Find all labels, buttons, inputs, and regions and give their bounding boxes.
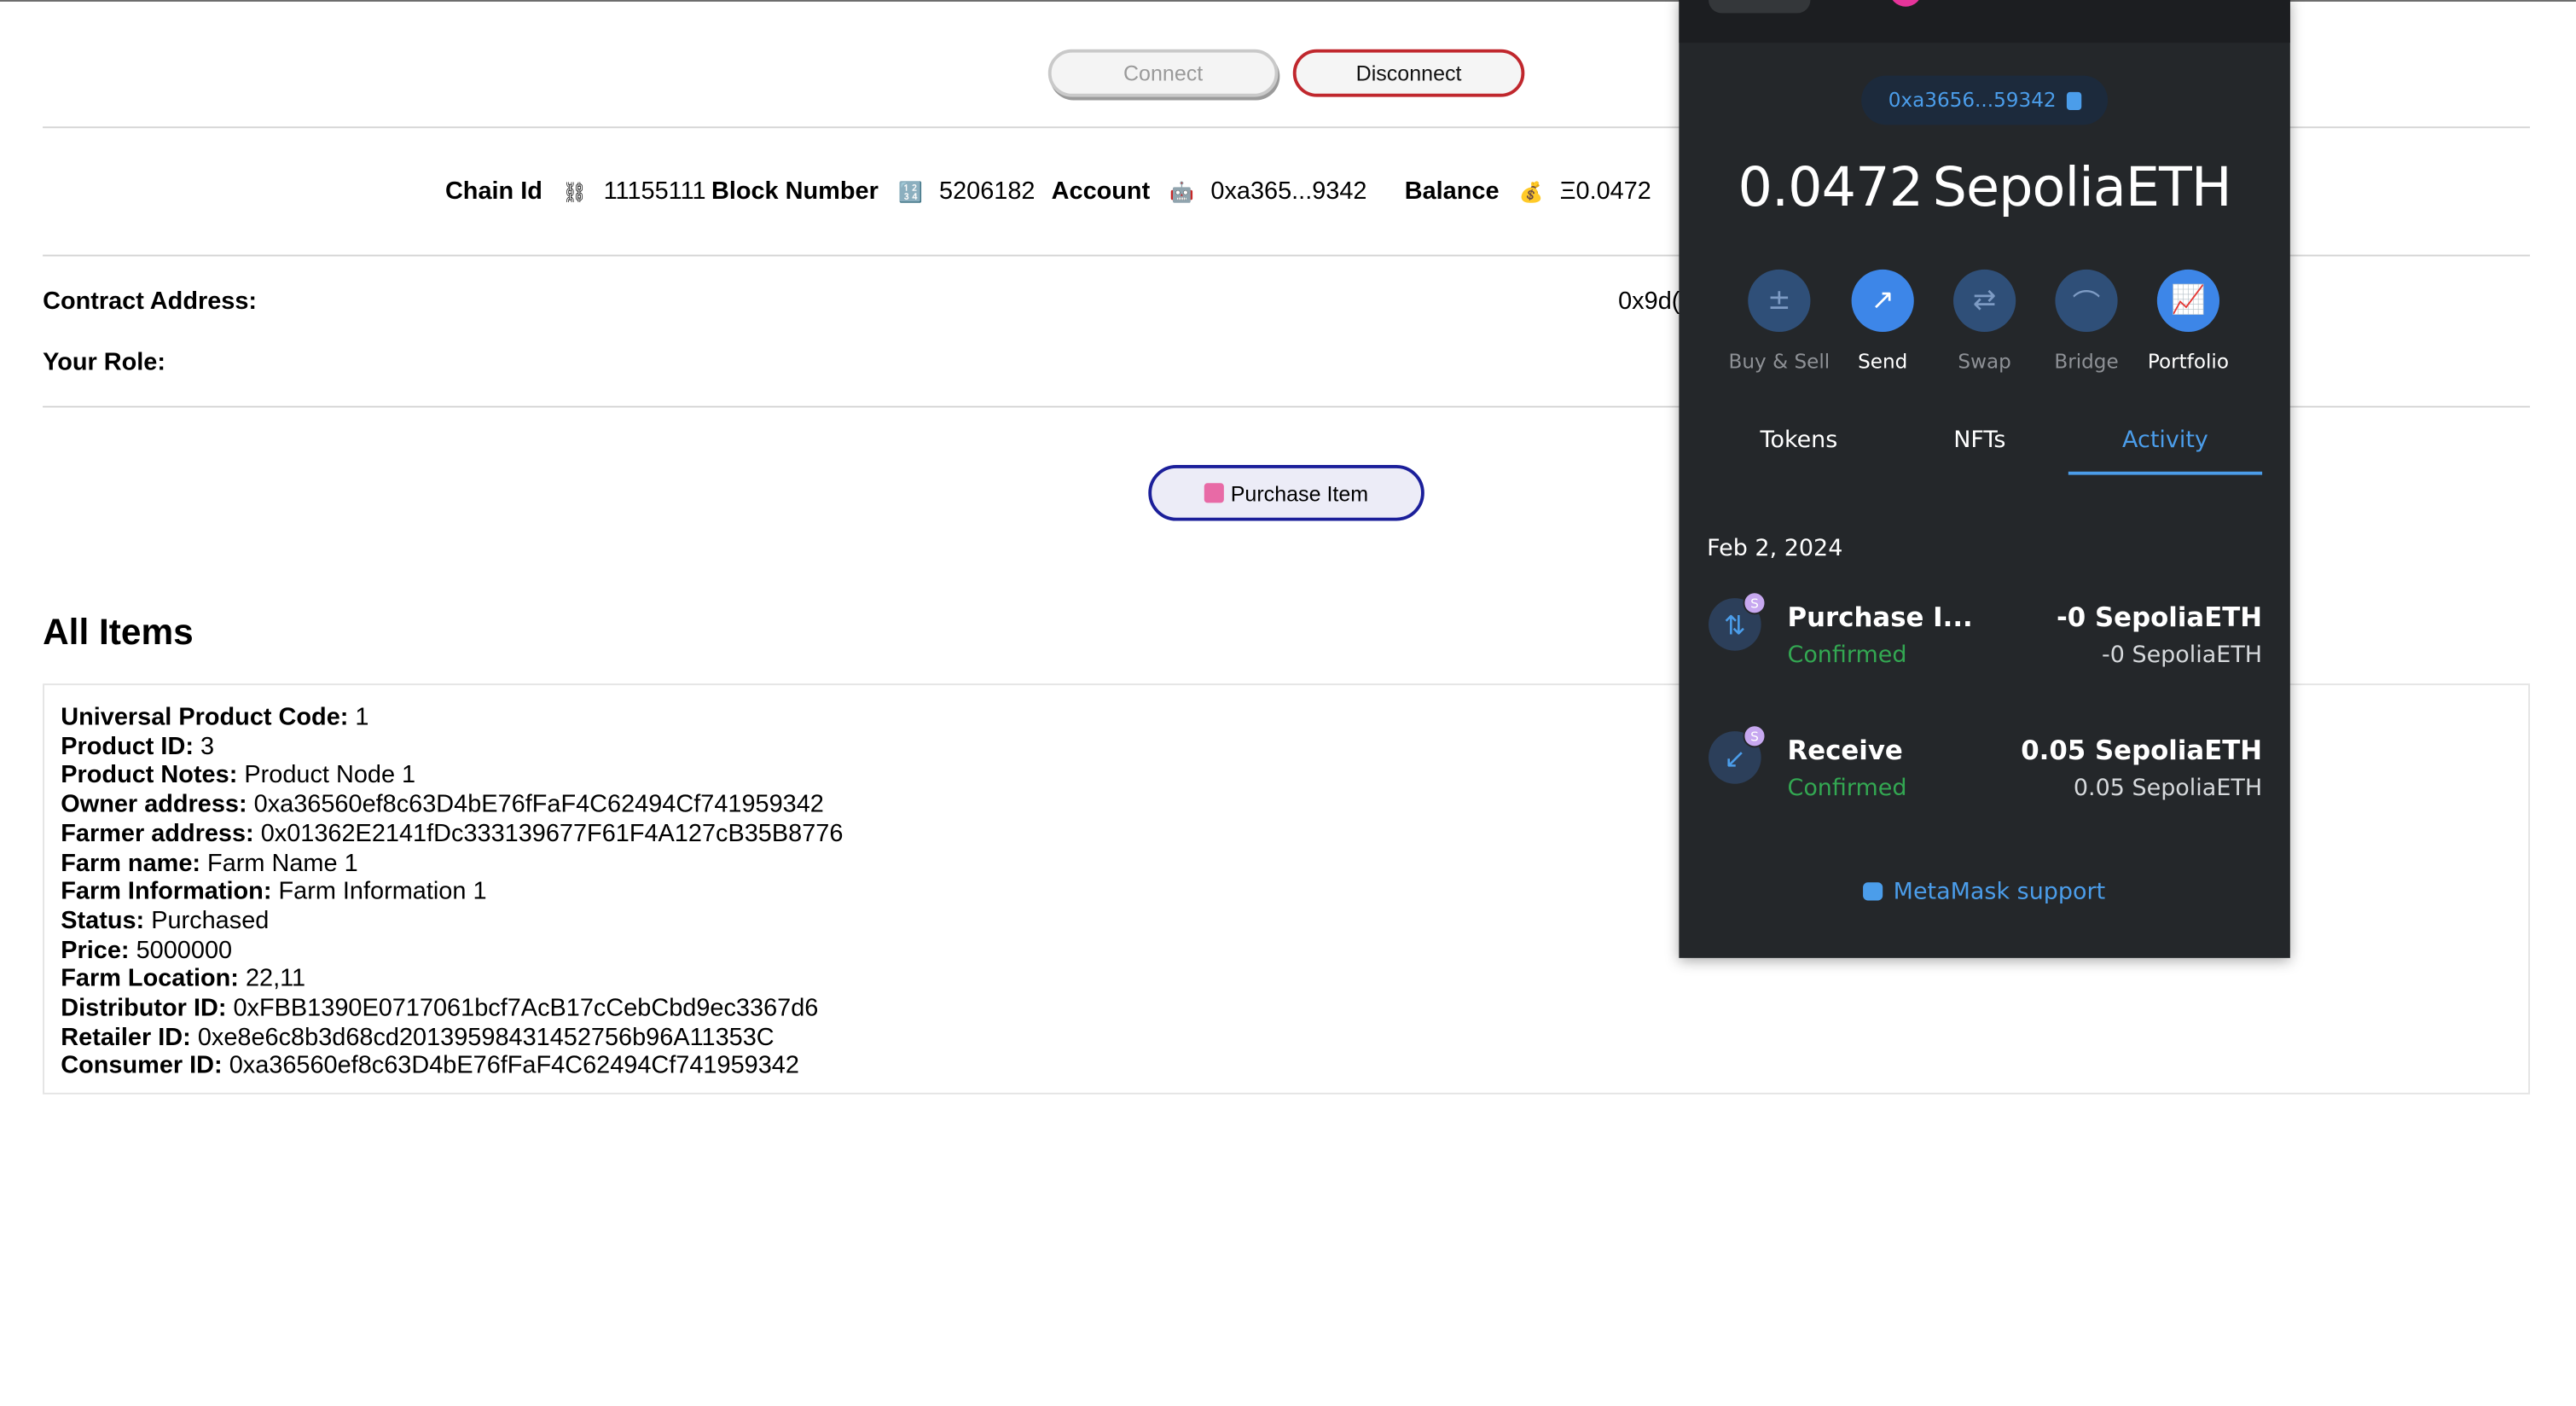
activity-date: Feb 2, 2024 [1707, 535, 1843, 562]
item-row-owner-address: Owner address: 0xa36560ef8c63D4bE76fFaF4… [61, 790, 824, 819]
money-bag-icon: 💰 [1518, 179, 1544, 203]
transaction-title: Receive [1787, 734, 1903, 766]
chain-id-value: 11155111 [603, 177, 706, 206]
block-number-label: Block Number [711, 177, 879, 206]
tab-activity[interactable]: Activity [2068, 427, 2262, 454]
transaction-amount: -0 SepoliaETH [2057, 601, 2263, 633]
item-row-consumer-id: Consumer ID: 0xa36560ef8c63D4bE76fFaF4C6… [61, 1052, 799, 1081]
item-row-product-notes: Product Notes: Product Node 1 [61, 761, 416, 790]
app-page: Connect Disconnect Chain Id ⛓ 11155111 B… [0, 0, 2576, 1406]
item-row-retailer-id: Retailer ID: 0xe8e6c8b3d68cd201395984314… [61, 1023, 775, 1052]
item-details: Universal Product Code: 1 Product ID: 3 … [61, 703, 843, 1081]
transaction-amount: 0.05 SepoliaETH [2021, 734, 2263, 766]
item-row-product-id: Product ID: 3 [61, 732, 215, 761]
item-row-upc: Universal Product Code: 1 [61, 703, 369, 732]
account-address-pill[interactable]: 0xa3656...59342 [1861, 75, 2109, 125]
transaction-status: Confirmed [1787, 642, 1907, 669]
wallet-balance: 0.0472 SepoliaETH [1679, 154, 2289, 218]
item-row-farmer-address: Farmer address: 0x01362E2141fDc333139677… [61, 819, 844, 848]
chat-icon [1864, 882, 1884, 901]
network-badge: S [1743, 591, 1767, 615]
shopping-bag-icon [1204, 483, 1225, 503]
transaction-status: Confirmed [1787, 776, 1907, 802]
tab-nfts[interactable]: NFTs [1893, 427, 2067, 454]
transaction-fiat-amount: -0 SepoliaETH [2102, 642, 2263, 669]
copy-icon[interactable] [2066, 90, 2081, 110]
balance-label: Balance [1404, 177, 1500, 206]
account-avatar[interactable] [1888, 0, 1923, 7]
swap-icon: ⇄ [1953, 269, 2016, 333]
contract-address-label: Contract Address: [43, 288, 258, 316]
transaction-title: Purchase I... [1787, 601, 1973, 633]
balance-amount: 0.0472 [1738, 154, 1923, 219]
all-items-heading: All Items [43, 611, 194, 653]
bridge-icon: ⌒ [2055, 269, 2118, 333]
item-row-farm-information: Farm Information: Farm Information 1 [61, 877, 487, 906]
block-number-stat: Block Number 🔢 5206182 [711, 177, 1036, 206]
your-role-label: Your Role: [43, 348, 166, 377]
block-number-value: 5206182 [939, 177, 1036, 206]
transaction-fiat-amount: 0.05 SepoliaETH [2073, 776, 2263, 802]
portfolio-label: Portfolio [2147, 350, 2229, 374]
balance-currency: SepoliaETH [1932, 154, 2232, 219]
item-row-price: Price: 5000000 [61, 936, 233, 964]
item-row-status: Status: Purchased [61, 907, 270, 935]
account-address: 0xa3656...59342 [1888, 89, 2057, 112]
account-label: Account [1051, 177, 1151, 206]
chain-id-label: Chain Id [444, 177, 542, 206]
disconnect-button[interactable]: Disconnect [1292, 49, 1525, 97]
metamask-support-link[interactable]: MetaMask support [1679, 879, 2289, 905]
balance-stat: Balance 💰 Ξ0.0472 [1405, 177, 1651, 206]
plus-minus-icon: ± [1748, 269, 1811, 333]
portfolio-action[interactable]: 📈 Portfolio [2127, 269, 2249, 374]
robot-icon: 🤖 [1169, 179, 1195, 203]
numbers-icon: 🔢 [897, 179, 923, 203]
metamask-header [1679, 0, 2290, 44]
balance-value: Ξ0.0472 [1559, 177, 1651, 206]
purchase-item-button[interactable]: Purchase Item [1148, 465, 1424, 521]
item-row-distributor-id: Distributor ID: 0xFBB1390E0717061bcf7AcB… [61, 994, 819, 1023]
item-row-farm-location: Farm Location: 22,11 [61, 965, 306, 993]
tab-tokens[interactable]: Tokens [1712, 427, 1886, 454]
connect-button[interactable]: Connect [1047, 49, 1279, 97]
chart-icon: 📈 [2156, 269, 2220, 333]
network-badge: S [1743, 724, 1767, 748]
network-pill[interactable] [1709, 0, 1811, 14]
chain-id-stat: Chain Id ⛓ 11155111 [445, 177, 706, 206]
support-label: MetaMask support [1893, 879, 2106, 906]
contract-address-value: 0x9d( [1618, 288, 1680, 316]
chain-icon: ⛓ [562, 179, 588, 203]
purchase-item-label: Purchase Item [1230, 480, 1369, 506]
metamask-popup: 0xa3656...59342 0.0472 SepoliaETH ± Buy &… [1679, 0, 2290, 958]
send-arrow-icon: ↗ [1851, 269, 1914, 333]
account-value: 0xa365...9342 [1210, 177, 1367, 206]
account-stat: Account 🤖 0xa365...9342 [1052, 177, 1367, 206]
active-tab-indicator [2068, 471, 2263, 475]
item-row-farm-name: Farm name: Farm Name 1 [61, 848, 358, 877]
